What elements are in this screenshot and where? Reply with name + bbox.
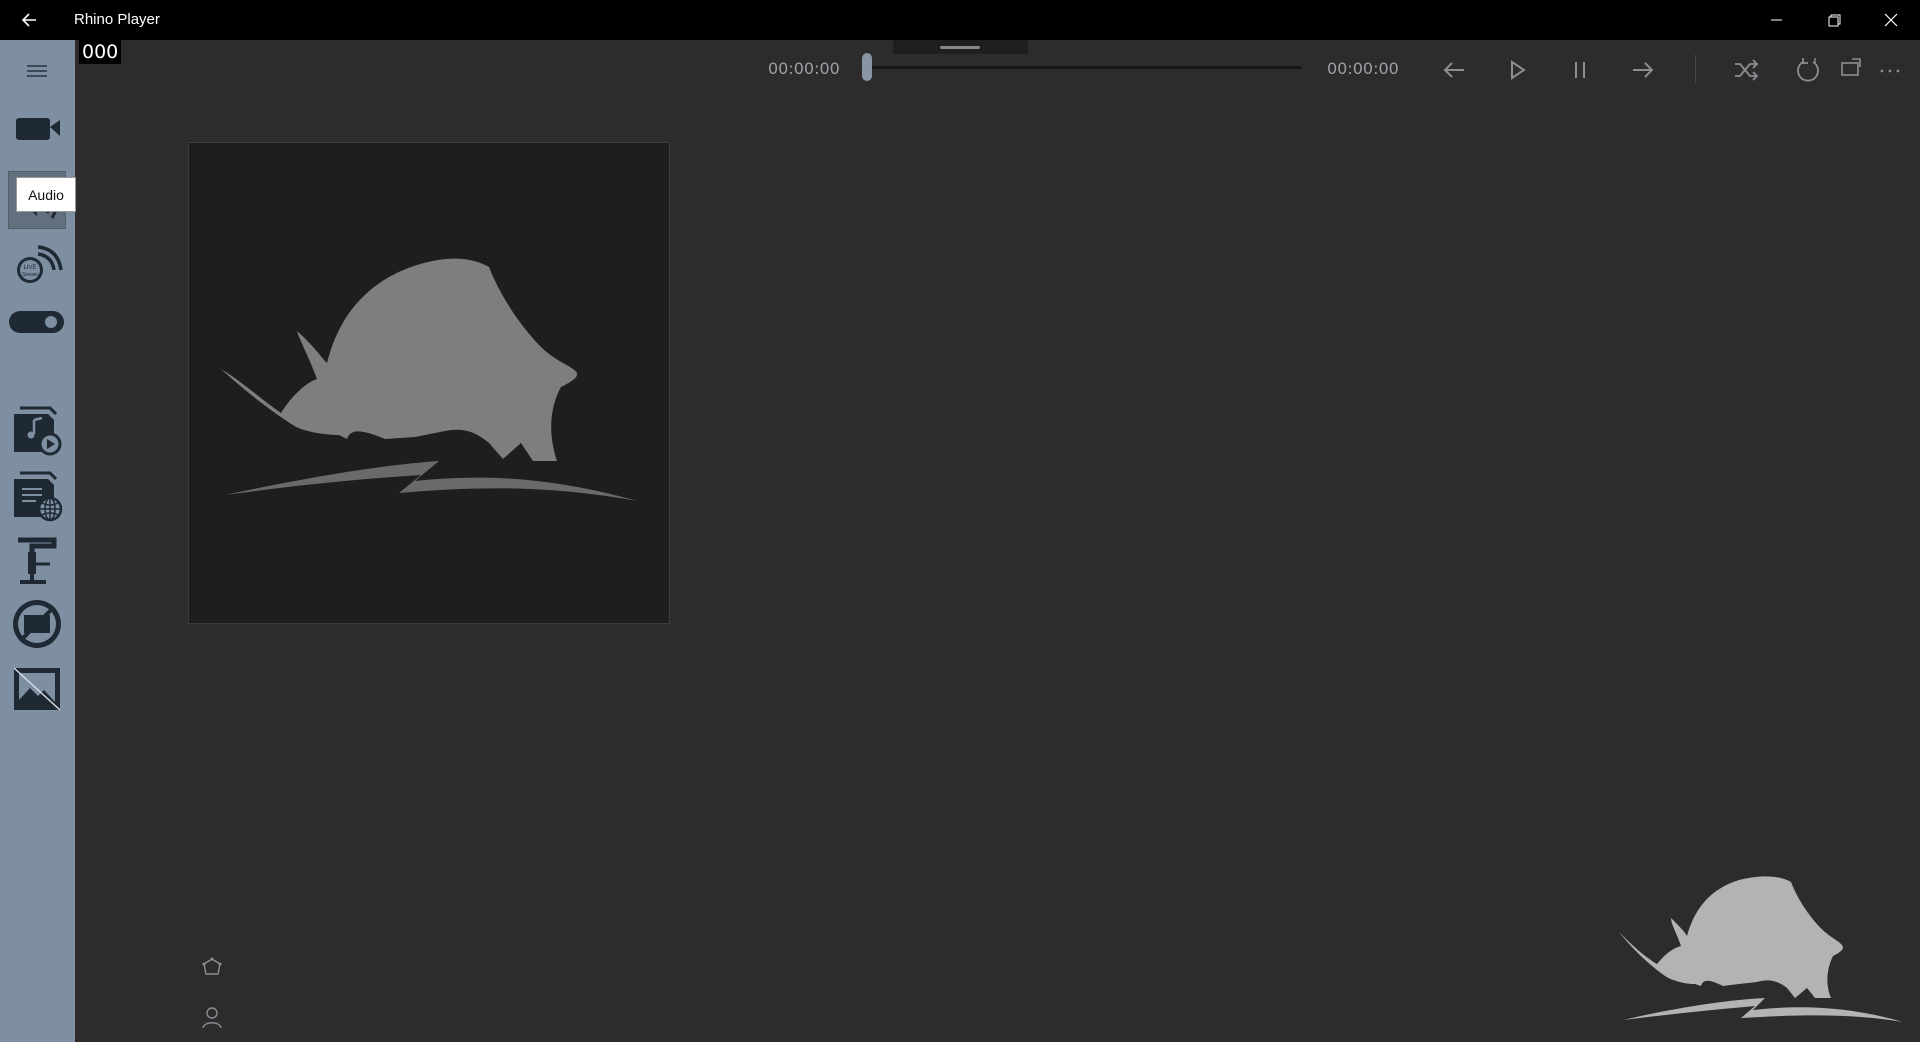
album-art bbox=[188, 142, 670, 624]
mode-toggle[interactable] bbox=[8, 304, 66, 340]
live-stream-icon: LIVE Stream bbox=[17, 245, 63, 283]
play-icon bbox=[1511, 60, 1526, 80]
hamburger-icon bbox=[27, 65, 47, 77]
minimize-button[interactable] bbox=[1748, 0, 1804, 40]
next-icon bbox=[1633, 62, 1654, 78]
more-button[interactable] bbox=[1873, 53, 1907, 87]
mini-view-button[interactable] bbox=[1834, 53, 1868, 87]
cloud-icon bbox=[202, 957, 222, 975]
total-time: 00:00:00 bbox=[1327, 59, 1399, 78]
music-library-button[interactable] bbox=[8, 400, 66, 458]
web-library-button[interactable] bbox=[8, 465, 66, 523]
next-button[interactable] bbox=[1626, 53, 1660, 87]
minimize-icon bbox=[1771, 19, 1782, 21]
pause-icon bbox=[1575, 62, 1585, 78]
seek-thumb[interactable] bbox=[862, 53, 872, 81]
svg-text:LIVE: LIVE bbox=[23, 265, 36, 271]
controls-divider bbox=[1695, 55, 1696, 83]
tools-button[interactable] bbox=[8, 530, 66, 588]
no-image-button[interactable] bbox=[8, 660, 66, 718]
user-icon bbox=[202, 1007, 222, 1029]
frame-counter-right: 000 bbox=[79, 40, 122, 64]
drag-handle[interactable] bbox=[893, 40, 1028, 54]
no-subtitles-icon bbox=[13, 600, 61, 648]
rhino-logo bbox=[221, 258, 637, 501]
menu-button[interactable] bbox=[8, 56, 66, 86]
current-time: 00:00:00 bbox=[768, 59, 840, 78]
more-icon bbox=[1880, 69, 1900, 73]
shuffle-button[interactable] bbox=[1729, 53, 1763, 87]
user-button[interactable] bbox=[198, 1003, 226, 1031]
video-camera-icon bbox=[16, 118, 60, 140]
audio-tooltip: Audio bbox=[16, 177, 76, 212]
mini-view-icon bbox=[1841, 58, 1861, 76]
repeat-button[interactable] bbox=[1791, 53, 1825, 87]
no-image-icon bbox=[13, 667, 61, 711]
restore-icon bbox=[1828, 14, 1841, 27]
web-library-icon bbox=[14, 471, 63, 522]
sidebar: Audio LIVE Stream bbox=[0, 40, 76, 1042]
pause-button[interactable] bbox=[1563, 53, 1597, 87]
repeat-icon bbox=[1797, 58, 1819, 82]
seek-track[interactable] bbox=[866, 66, 1302, 69]
clamp-icon bbox=[18, 537, 57, 584]
close-button[interactable] bbox=[1862, 0, 1918, 40]
no-subtitles-button[interactable] bbox=[8, 595, 66, 653]
play-button[interactable] bbox=[1500, 53, 1534, 87]
window-title: Rhino Player bbox=[74, 11, 160, 28]
toggle-switch-icon bbox=[9, 311, 64, 333]
restore-button[interactable] bbox=[1805, 0, 1861, 40]
previous-button[interactable] bbox=[1437, 53, 1471, 87]
shuffle-icon bbox=[1735, 59, 1759, 81]
video-button[interactable] bbox=[8, 114, 66, 140]
title-bar: Rhino Player bbox=[0, 0, 1920, 40]
close-icon bbox=[1884, 13, 1898, 27]
previous-icon bbox=[1443, 62, 1464, 78]
live-stream-button[interactable]: LIVE Stream bbox=[8, 236, 66, 294]
svg-text:Stream: Stream bbox=[22, 272, 38, 278]
rhino-watermark-icon bbox=[1619, 876, 1903, 1022]
music-library-icon bbox=[14, 406, 62, 456]
cloud-button[interactable] bbox=[198, 954, 226, 982]
back-arrow-icon bbox=[21, 13, 36, 27]
back-button[interactable] bbox=[14, 6, 44, 34]
watermark-logo bbox=[1615, 860, 1905, 1025]
